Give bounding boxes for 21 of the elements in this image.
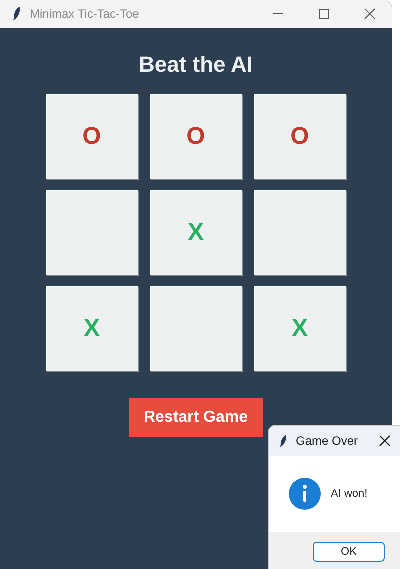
close-icon[interactable] xyxy=(379,435,391,447)
feather-icon xyxy=(12,6,22,22)
board-cell[interactable]: X xyxy=(150,190,242,275)
board-cell[interactable]: O xyxy=(46,94,138,179)
feather-icon xyxy=(279,434,288,448)
maximize-icon[interactable] xyxy=(318,8,330,20)
board-cell[interactable]: O xyxy=(254,94,346,179)
board-cell[interactable]: X xyxy=(254,286,346,371)
board-cell[interactable]: X xyxy=(46,286,138,371)
board-cell[interactable] xyxy=(254,190,346,275)
close-icon[interactable] xyxy=(364,8,376,20)
ok-button[interactable]: OK xyxy=(313,542,385,562)
board-cell[interactable] xyxy=(46,190,138,275)
info-icon xyxy=(289,478,321,510)
restart-button[interactable]: Restart Game xyxy=(129,398,263,437)
dialog-message: AI won! xyxy=(331,488,368,500)
window-title: Minimax Tic-Tac-Toe xyxy=(30,7,140,21)
dialog-title: Game Over xyxy=(296,434,358,448)
heading: Beat the AI xyxy=(138,52,254,78)
board-cell[interactable] xyxy=(150,286,242,371)
board-cell[interactable]: O xyxy=(150,94,242,179)
